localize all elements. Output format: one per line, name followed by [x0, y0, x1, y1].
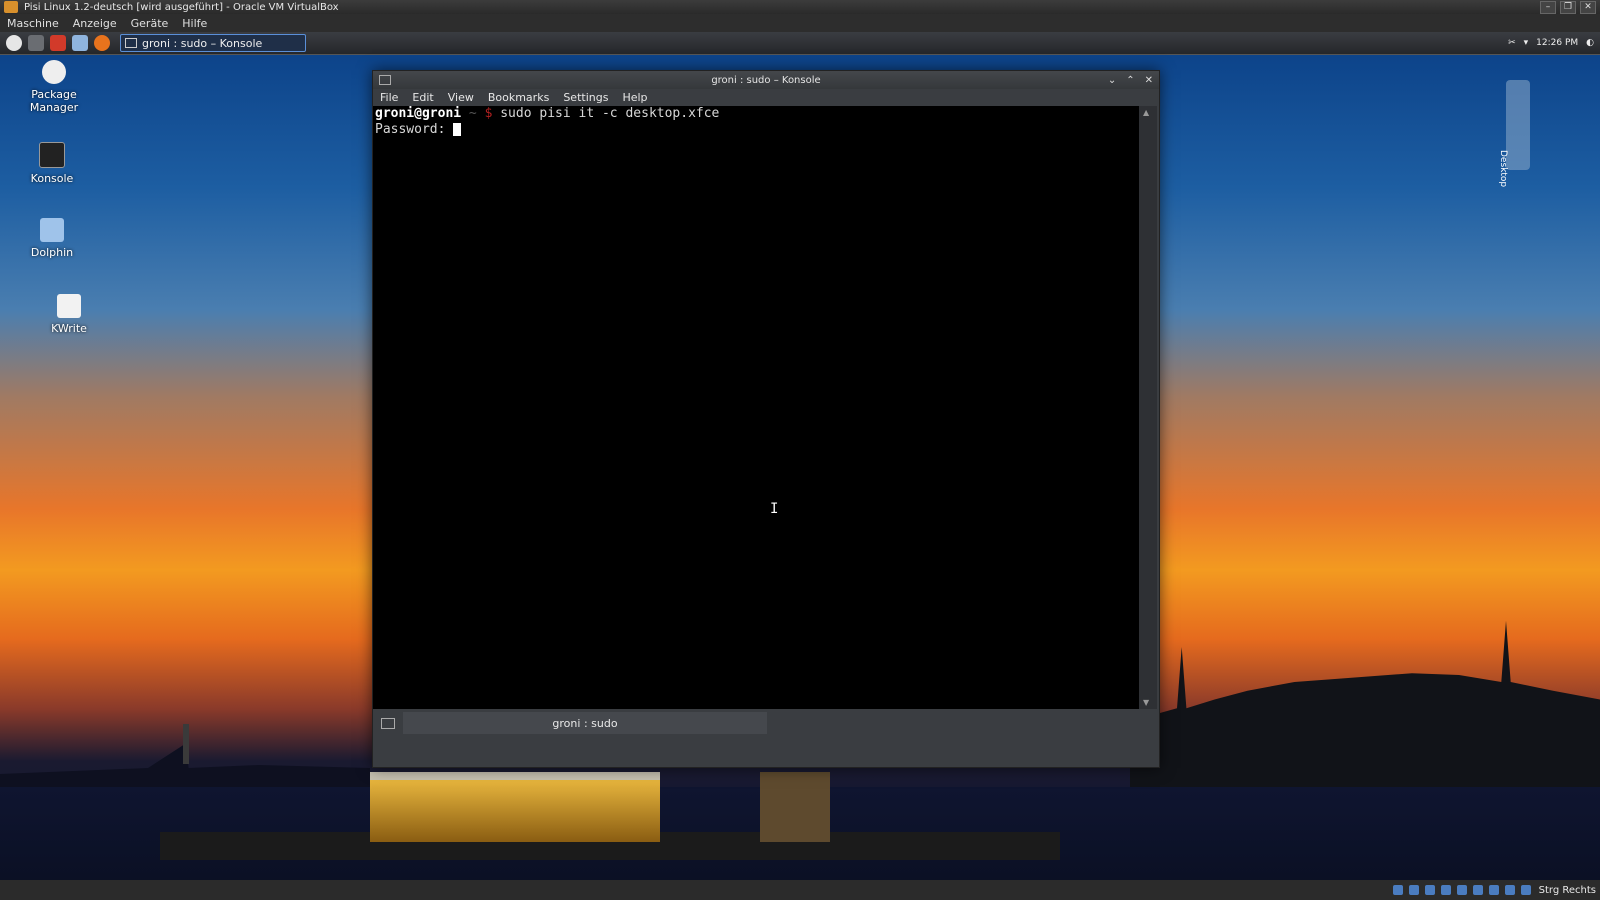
- desktop-icon-label: Konsole: [30, 172, 74, 185]
- file-manager-icon[interactable]: [72, 35, 88, 51]
- scroll-down-icon[interactable]: ▼: [1143, 698, 1149, 707]
- host-menu-bar: Maschine Anzeige Geräte Hilfe: [0, 14, 1600, 32]
- menu-file[interactable]: File: [373, 91, 405, 104]
- wallpaper-house: [370, 772, 660, 842]
- application-launcher-icon[interactable]: [6, 35, 22, 51]
- network-icon[interactable]: [1472, 885, 1483, 895]
- menu-hilfe[interactable]: Hilfe: [175, 17, 214, 30]
- konsole-tab-bar: groni : sudo: [373, 711, 1159, 735]
- host-status-bar: Strg Rechts: [0, 880, 1600, 900]
- wallpaper-tower: [760, 772, 830, 842]
- system-tray: ✂ ▾ 12:26 PM ◐: [1508, 38, 1594, 48]
- minimize-icon[interactable]: –: [1540, 0, 1556, 14]
- ibeam-cursor-icon: I: [770, 501, 779, 517]
- optical-drive-icon[interactable]: [1408, 885, 1419, 895]
- terminal-command-line: groni@groni ~ $ sudo pisi it -c desktop.…: [373, 106, 1139, 122]
- menu-settings[interactable]: Settings: [556, 91, 615, 104]
- menu-view[interactable]: View: [441, 91, 481, 104]
- restore-icon[interactable]: ❐: [1560, 0, 1576, 14]
- host-window-title: Pisi Linux 1.2-deutsch [wird ausgeführt]…: [24, 1, 339, 13]
- chevron-down-icon[interactable]: ▾: [1524, 38, 1529, 48]
- hard-disk-icon[interactable]: [1392, 885, 1403, 895]
- keyboard-icon[interactable]: [1520, 885, 1531, 895]
- usb-icon[interactable]: [1424, 885, 1435, 895]
- host-status-icons: [1392, 885, 1531, 895]
- virtualbox-icon: [4, 1, 18, 13]
- taskbar-task-konsole[interactable]: groni : sudo – Konsole: [120, 34, 306, 52]
- plasma-dashboard-icon[interactable]: ◐: [1586, 38, 1594, 48]
- menu-anzeige[interactable]: Anzeige: [66, 17, 124, 30]
- clock[interactable]: 12:26 PM: [1536, 38, 1578, 48]
- konsole-task-icon: [125, 38, 137, 48]
- scissors-icon[interactable]: ✂: [1508, 38, 1516, 48]
- guest-taskbar: groni : sudo – Konsole ✂ ▾ 12:26 PM ◐: [0, 32, 1600, 55]
- konsole-window: groni : sudo – Konsole ⌄ ⌃ ✕ File Edit V…: [372, 70, 1160, 768]
- scroll-up-icon[interactable]: ▲: [1143, 108, 1149, 117]
- menu-edit[interactable]: Edit: [405, 91, 440, 104]
- recording-icon[interactable]: [1488, 885, 1499, 895]
- package-manager-icon: [42, 60, 66, 84]
- password-prompt: Password:: [375, 122, 454, 137]
- menu-geraete[interactable]: Geräte: [124, 17, 176, 30]
- terminal-password-line: Password:: [373, 122, 1139, 138]
- activities-icon[interactable]: [28, 35, 44, 51]
- firefox-icon[interactable]: [94, 35, 110, 51]
- prompt-user: groni@groni: [375, 106, 462, 121]
- konsole-title-bar[interactable]: groni : sudo – Konsole ⌄ ⌃ ✕: [373, 71, 1159, 89]
- konsole-menu-bar: File Edit View Bookmarks Settings Help: [373, 89, 1159, 105]
- host-window-buttons: – ❐ ✕: [1540, 0, 1596, 14]
- taskbar-task-label: groni : sudo – Konsole: [142, 36, 263, 50]
- host-title-bar: Pisi Linux 1.2-deutsch [wird ausgeführt]…: [0, 0, 1600, 14]
- wallpaper-lighthouse: [183, 724, 189, 764]
- desktop-icon-label: KWrite: [51, 322, 87, 335]
- desktop-icon-label: Package Manager: [29, 88, 79, 114]
- konsole-icon: [39, 142, 65, 168]
- desktop-icon-label: Dolphin: [30, 246, 74, 259]
- kwrite-icon: [57, 294, 81, 318]
- konsole-window-buttons: ⌄ ⌃ ✕: [1108, 75, 1153, 86]
- shared-folders-icon[interactable]: [1440, 885, 1451, 895]
- mouse-integration-icon[interactable]: [1504, 885, 1515, 895]
- guest-desktop: groni : sudo – Konsole ✂ ▾ 12:26 PM ◐ Pa…: [0, 32, 1600, 900]
- desktop-icon-konsole[interactable]: Konsole: [12, 142, 92, 185]
- close-icon[interactable]: ✕: [1145, 75, 1153, 86]
- text-cursor: [453, 123, 462, 136]
- menu-maschine[interactable]: Maschine: [0, 17, 66, 30]
- new-tab-icon[interactable]: [381, 717, 395, 729]
- tab-groni-sudo[interactable]: groni : sudo: [403, 712, 767, 734]
- close-icon[interactable]: ✕: [1580, 0, 1596, 14]
- desktop-toolbox-label: Desktop: [1498, 150, 1508, 188]
- minimize-icon[interactable]: ⌄: [1108, 75, 1116, 86]
- desktop-toolbox-tab[interactable]: Desktop: [1498, 80, 1530, 187]
- maximize-icon[interactable]: ⌃: [1126, 75, 1134, 86]
- dolphin-icon: [40, 218, 64, 242]
- tab-label: groni : sudo: [552, 716, 618, 730]
- wallpaper-skyline: [1130, 620, 1600, 787]
- host-key-label: Strg Rechts: [1538, 884, 1596, 896]
- cancel-icon[interactable]: [50, 35, 66, 51]
- desktop-icon-kwrite[interactable]: KWrite: [29, 294, 109, 335]
- prompt-path: ~: [461, 106, 485, 121]
- menu-bookmarks[interactable]: Bookmarks: [481, 91, 556, 104]
- display-icon[interactable]: [1456, 885, 1467, 895]
- terminal-command: sudo pisi it -c desktop.xfce: [492, 106, 720, 121]
- terminal-area[interactable]: groni@groni ~ $ sudo pisi it -c desktop.…: [373, 106, 1139, 709]
- menu-help[interactable]: Help: [615, 91, 654, 104]
- desktop-icon-dolphin[interactable]: Dolphin: [12, 218, 92, 259]
- konsole-window-title: groni : sudo – Konsole: [711, 74, 821, 86]
- desktop-icon-package-manager[interactable]: Package Manager: [14, 60, 94, 114]
- terminal-scrollbar[interactable]: ▲ ▼: [1139, 106, 1157, 709]
